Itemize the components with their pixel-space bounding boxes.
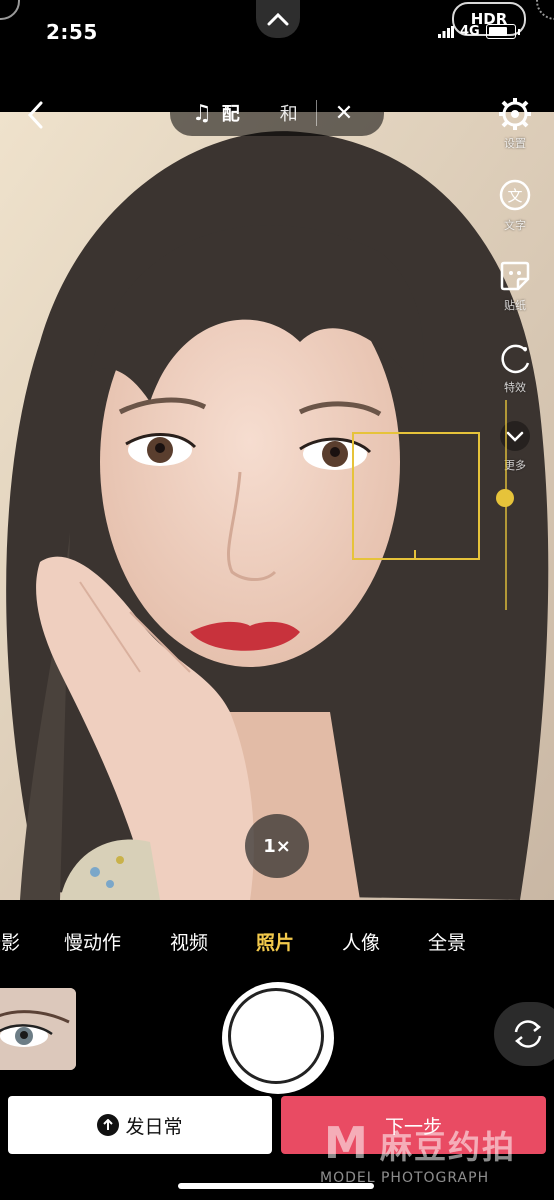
music-divider [315, 100, 317, 126]
mode-tab[interactable]: 慢动作 [64, 928, 121, 955]
mode-tabs: 摄影 慢动作 视频 照片 人像 全景 [0, 928, 554, 958]
flip-camera-icon [514, 1020, 542, 1048]
expand-button[interactable] [256, 0, 300, 38]
mode-tab[interactable]: 人像 [342, 928, 380, 955]
mode-tab[interactable]: 摄影 [0, 928, 20, 955]
zoom-button[interactable]: 1× [245, 814, 309, 878]
post-daily-button[interactable]: 发日常 [8, 1096, 272, 1154]
battery-icon [485, 24, 516, 39]
sticker-icon [497, 258, 533, 294]
gear-icon [497, 96, 533, 132]
focus-tick [414, 550, 416, 560]
mode-tab[interactable]: 全景 [428, 928, 466, 955]
sun-icon[interactable] [496, 489, 514, 507]
text-bubble-icon: 文 [497, 178, 533, 214]
chevron-down-icon [497, 418, 533, 454]
shutter-ring [228, 988, 324, 1084]
tool-effects[interactable]: 特效 [490, 340, 540, 395]
tool-sticker[interactable]: 贴纸 [490, 258, 540, 313]
mode-tab[interactable]: 视频 [170, 928, 208, 955]
watermark-logo: M [324, 1118, 368, 1169]
chevron-up-icon [267, 12, 289, 26]
network-label: 4G [460, 24, 480, 39]
tool-label: 文字 [504, 219, 526, 232]
effects-icon [497, 340, 533, 376]
back-button[interactable] [20, 98, 50, 132]
watermark-cn: 麻豆约拍 [380, 1128, 517, 1166]
tool-label: 更多 [504, 459, 526, 472]
music-selector[interactable]: ♫ 配 和 ✕ [170, 90, 384, 136]
tool-more[interactable]: 更多 [490, 418, 540, 473]
shutter-button[interactable] [222, 982, 334, 1094]
tool-label: 贴纸 [504, 299, 526, 312]
battery-tip [517, 28, 520, 35]
music-extra-label: 和 [279, 104, 298, 125]
focus-box [352, 432, 480, 560]
signal-icon [438, 25, 454, 38]
music-label: 配 [221, 104, 240, 125]
svg-text:文: 文 [507, 187, 522, 205]
corner-decoration [536, 0, 554, 20]
tool-settings[interactable]: 设置 [490, 96, 540, 151]
status-indicators: 4G [438, 24, 520, 39]
mode-tab-active[interactable]: 照片 [256, 928, 294, 955]
tool-label: 特效 [504, 381, 526, 394]
status-time: 2:55 [46, 20, 98, 44]
flip-camera-button[interactable] [494, 1002, 554, 1066]
corner-decoration [0, 0, 20, 20]
close-icon[interactable]: ✕ [335, 101, 353, 126]
arrow-up-icon [97, 1114, 120, 1136]
home-indicator[interactable] [178, 1183, 374, 1189]
music-note-icon: ♫ [192, 100, 212, 126]
tool-label: 设置 [504, 137, 526, 150]
gallery-thumbnail[interactable] [0, 988, 76, 1070]
thumbnail-image [0, 988, 76, 1070]
chevron-left-icon [27, 101, 43, 129]
tool-text[interactable]: 文 文字 [490, 178, 540, 233]
post-daily-label: 发日常 [125, 1115, 183, 1138]
